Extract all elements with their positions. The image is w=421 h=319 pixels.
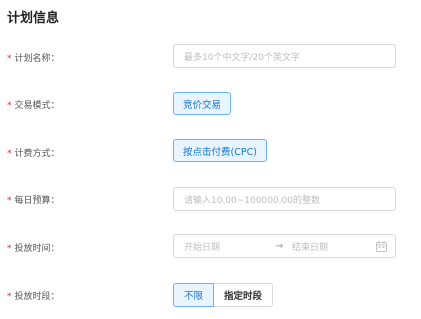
required-mark: * [7,149,12,159]
required-mark: * [7,196,12,206]
required-mark: * [7,244,12,254]
time-slot-option-unlimited[interactable]: 不限 [173,283,215,307]
required-mark: * [7,54,12,64]
required-mark: * [7,292,12,302]
trade-mode-option-bidding[interactable]: 竞价交易 [173,92,232,115]
billing-label: * 计费方式： [7,149,60,159]
section-title: 计划信息 [7,11,60,26]
required-mark: * [7,101,12,111]
time-slot-toggle: 不限 指定时段 [173,283,274,307]
daily-budget-label: * 每日预算： [7,196,60,206]
start-date-placeholder[interactable]: 开始日期 [184,240,220,253]
plan-name-label: * 计划名称： [7,54,60,64]
schedule-label: * 投放时间： [7,244,60,254]
plan-name-input[interactable]: 最多10个中文字/20个英文字 [173,44,396,68]
time-slot-label: * 投放时段： [7,292,60,302]
billing-option-cpc[interactable]: 按点击付费(CPC) [173,139,267,162]
daily-budget-input[interactable]: 请输入10.00~100000.00的整数 [173,187,396,211]
calendar-icon[interactable] [376,241,387,252]
trade-mode-label: * 交易模式： [7,101,60,111]
end-date-placeholder[interactable]: 结束日期 [292,240,328,253]
date-range-picker[interactable]: 开始日期 → 结束日期 [173,234,396,258]
time-slot-option-specified[interactable]: 指定时段 [214,283,274,307]
range-arrow: → [275,240,284,252]
